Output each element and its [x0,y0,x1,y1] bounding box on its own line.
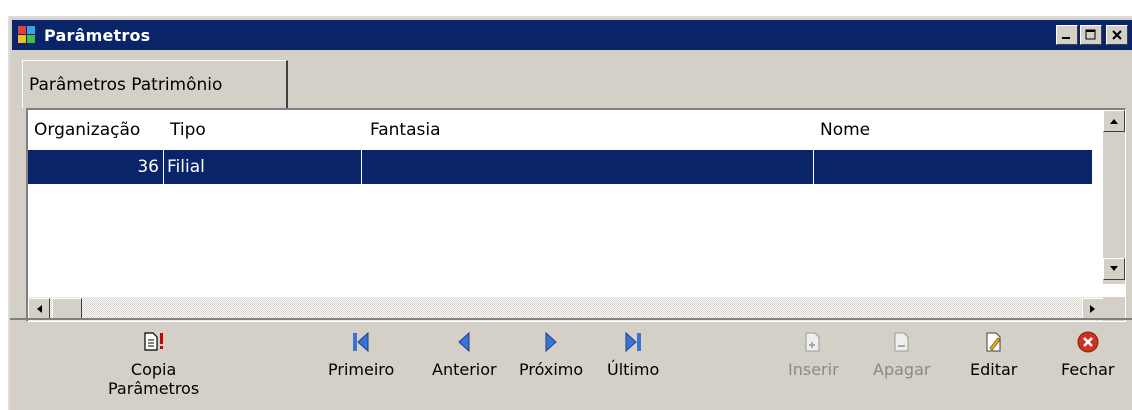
app-icon [18,26,38,44]
arrow-up-icon [1110,119,1118,124]
edit-record-icon [982,330,1006,354]
primeiro-button[interactable]: Primeiro [328,330,394,379]
maximize-button[interactable] [1080,25,1102,45]
title-bar[interactable]: Parâmetros [12,20,1132,50]
cell-tipo[interactable]: Filial [164,150,362,184]
delete-record-icon [890,330,914,354]
first-record-icon [349,330,373,354]
vertical-scrollbar[interactable] [1103,110,1125,284]
inserir-button[interactable]: Inserir [788,330,839,379]
copia-label-line1: Copia [130,360,177,379]
ultimo-button[interactable]: Último [607,330,659,379]
cell-organizacao[interactable]: 36 [28,150,164,184]
tab-label: Parâmetros Patrimônio [29,74,223,95]
parametros-window: Parâmetros Parâmetros Patrimônio Organiz… [8,16,1132,410]
editar-button[interactable]: Editar [970,330,1017,379]
apagar-button[interactable]: Apagar [873,330,930,379]
copia-label-line2: Parâmetros [108,379,200,398]
last-record-icon [621,330,645,354]
minimize-button[interactable] [1056,25,1078,45]
close-red-icon [1076,330,1100,354]
close-button[interactable] [1106,25,1128,45]
column-header-tipo[interactable]: Tipo [170,120,206,140]
scroll-right-button[interactable] [1082,298,1104,320]
arrow-down-icon [1110,266,1118,271]
anterior-button[interactable]: Anterior [432,330,497,379]
copia-parametros-button[interactable]: Copia Parâmetros [108,330,199,398]
tab-parametros-patrimonio[interactable]: Parâmetros Patrimônio [22,60,288,108]
maximize-icon [1085,29,1096,40]
close-icon [1112,30,1122,40]
fechar-label: Fechar [1061,360,1115,379]
scroll-up-button[interactable] [1103,110,1125,132]
proximo-label: Próximo [519,360,584,379]
proximo-button[interactable]: Próximo [519,330,583,379]
arrow-right-icon [1090,305,1095,313]
fechar-button[interactable]: Fechar [1061,330,1115,379]
records-grid[interactable]: Organização Tipo Fantasia Nome 36 Filial [26,108,1126,322]
apagar-label: Apagar [873,360,931,379]
arrow-left-icon [37,305,42,313]
grid-header: Organização Tipo Fantasia Nome [28,110,1092,148]
scroll-down-button[interactable] [1103,258,1125,280]
primeiro-label: Primeiro [328,360,395,379]
scroll-left-button[interactable] [28,298,50,320]
scroll-thumb[interactable] [52,298,82,320]
window-title: Parâmetros [44,25,151,45]
column-header-nome[interactable]: Nome [820,120,870,140]
next-record-icon [539,330,563,354]
window-controls [1056,25,1128,45]
column-header-organizacao[interactable]: Organização [34,120,140,140]
cell-nome[interactable] [814,150,1092,184]
minimize-icon [1062,37,1070,39]
table-row[interactable]: 36 Filial [28,150,1092,184]
editar-label: Editar [970,360,1018,379]
cell-fantasia[interactable] [362,150,814,184]
navigation-toolbar: Copia Parâmetros Primeiro Anterior Próxi… [10,318,1132,410]
column-header-fantasia[interactable]: Fantasia [370,120,441,140]
insert-record-icon [801,330,825,354]
ultimo-label: Último [607,360,660,379]
copy-parameters-icon [142,330,166,354]
anterior-label: Anterior [432,360,497,379]
previous-record-icon [452,330,476,354]
inserir-label: Inserir [788,360,839,379]
